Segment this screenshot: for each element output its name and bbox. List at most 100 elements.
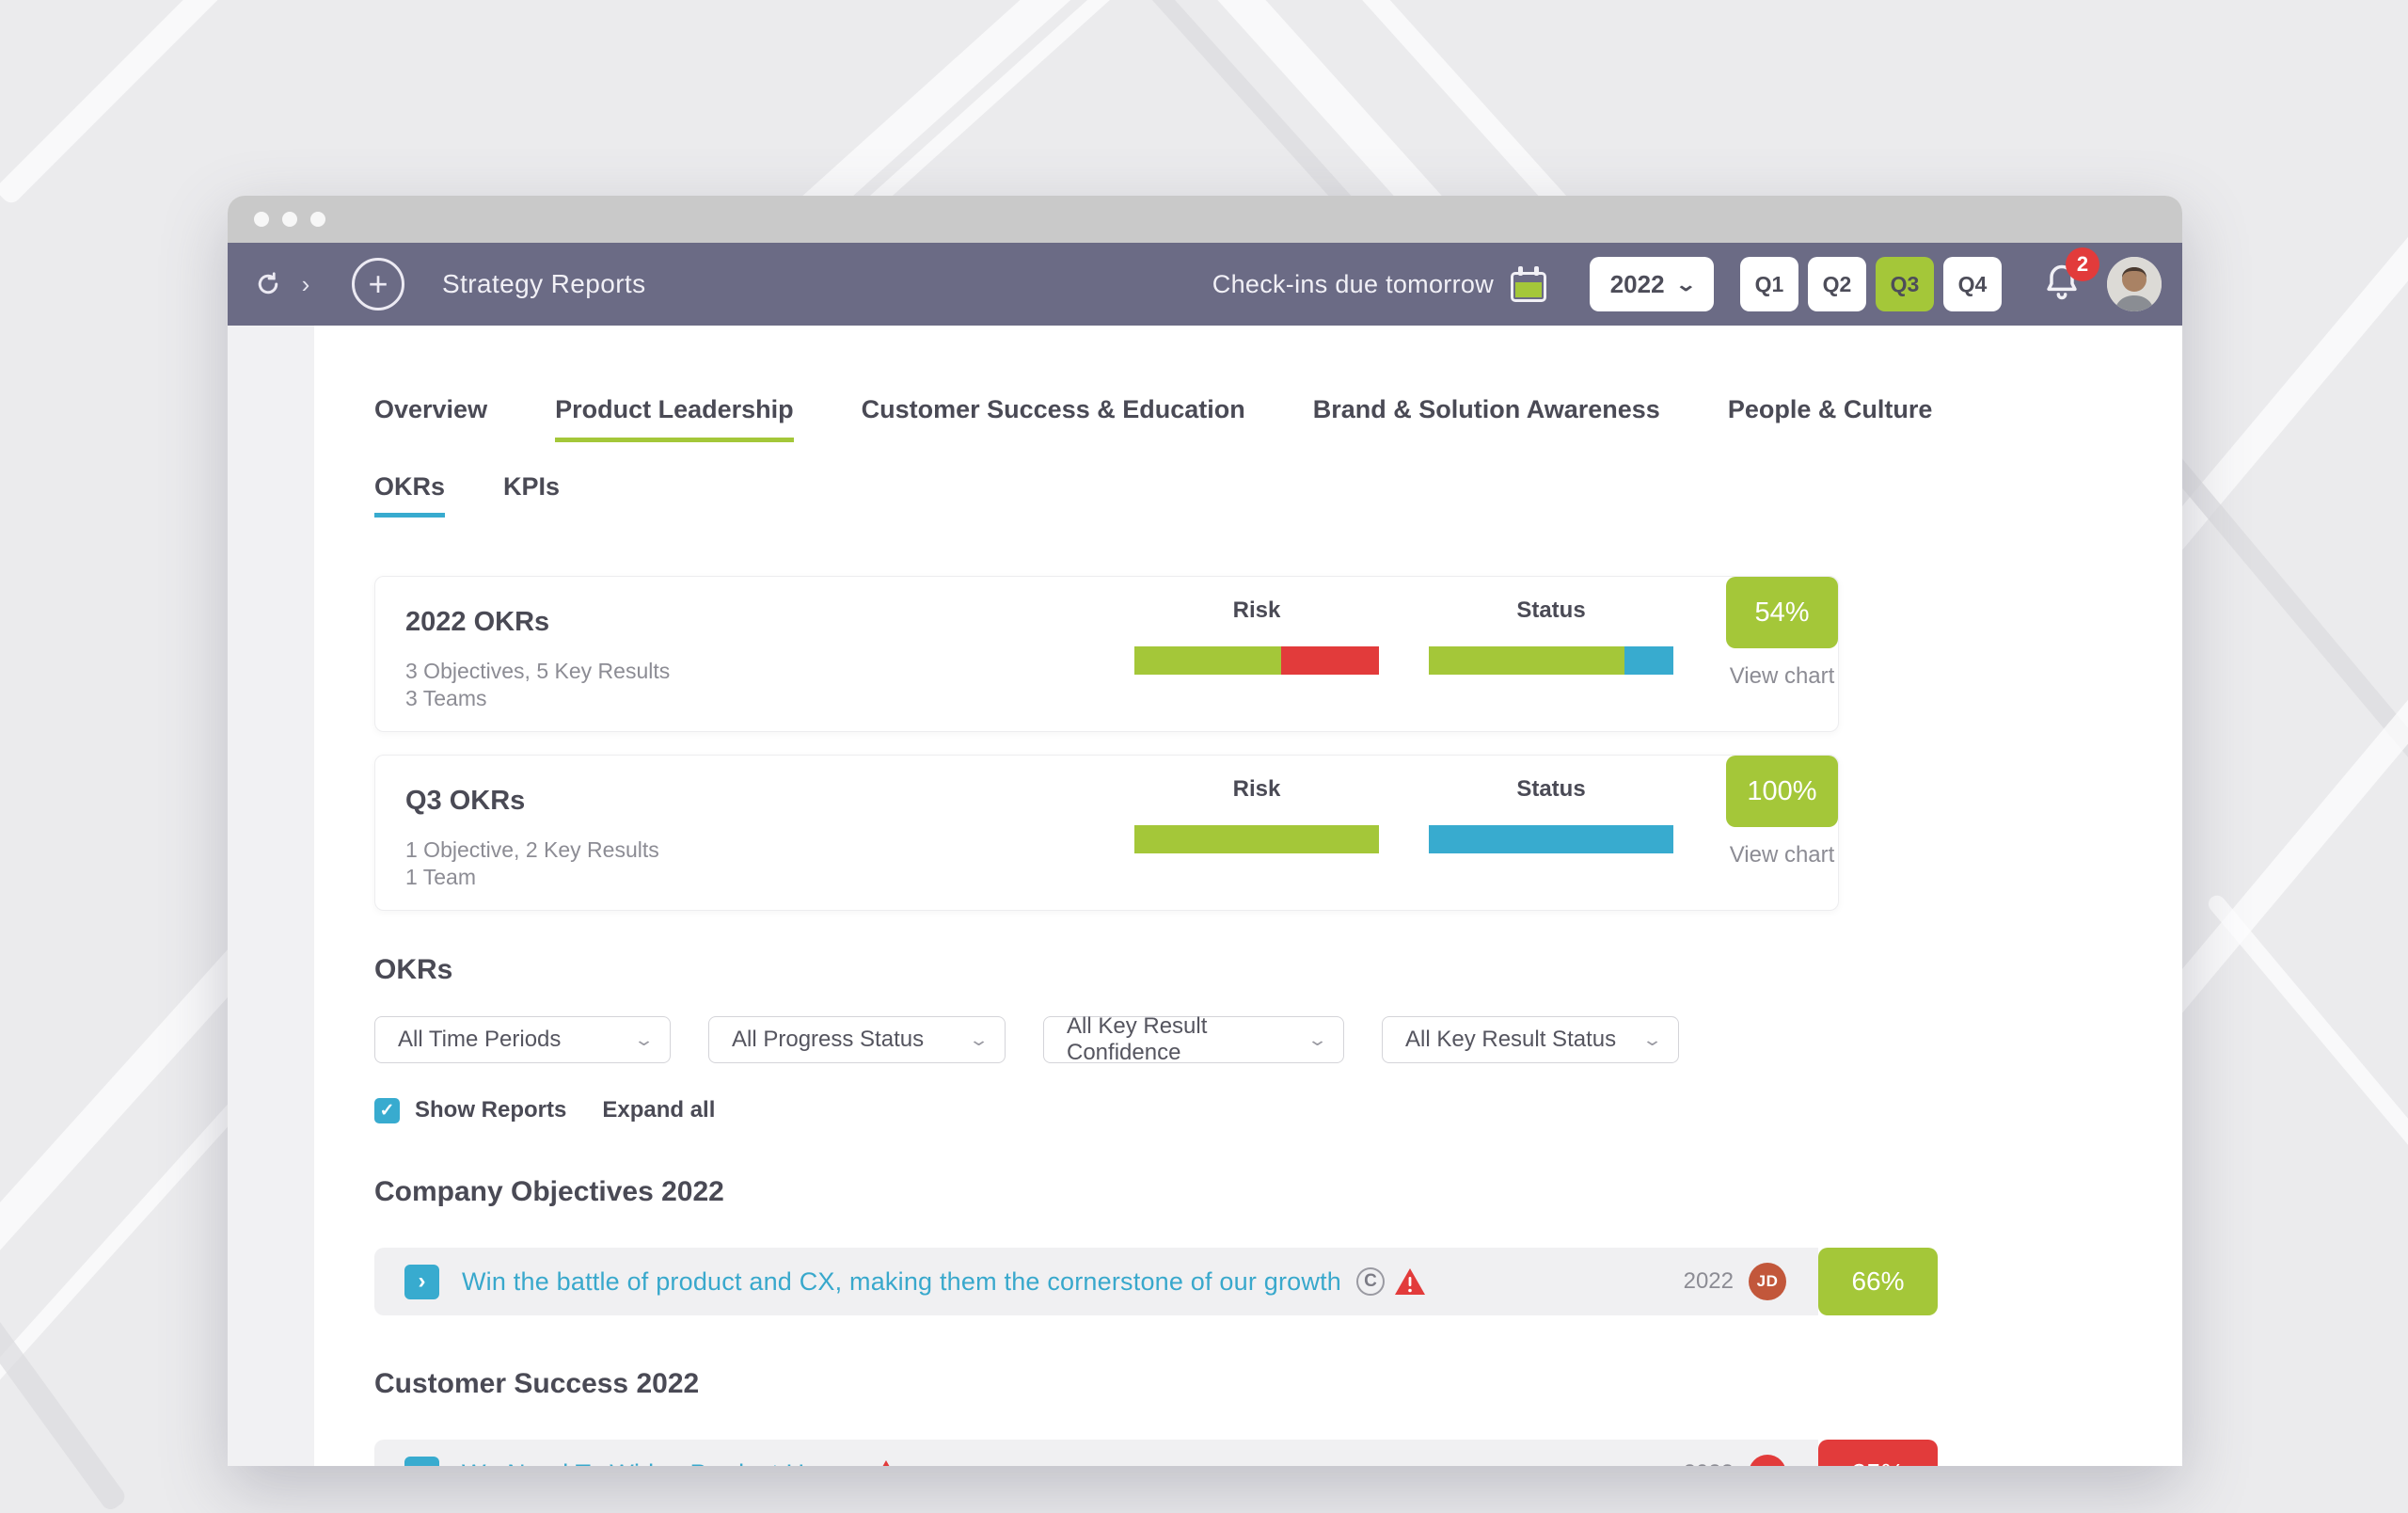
filter-key-result-status[interactable]: All Key Result Status ⌄ (1382, 1016, 1679, 1063)
risk-column-label: Risk (1134, 776, 1379, 803)
objective-year: 2022 (1684, 1460, 1734, 1466)
card-subtitle: 3 Objectives, 5 Key Results 3 Teams (405, 658, 670, 712)
card-title: Q3 OKRs (405, 786, 525, 817)
group-heading-customer-success: Customer Success 2022 (374, 1368, 2167, 1400)
tab-brand-solution-awareness[interactable]: Brand & Solution Awareness (1313, 395, 1660, 442)
objective-row: › We Need To Widen Product Usage 2022 JS… (374, 1440, 1938, 1466)
quarter-button-q2[interactable]: Q2 (1808, 257, 1866, 311)
filter-value: All Key Result Status (1405, 1027, 1616, 1053)
window-control-dot[interactable] (310, 212, 325, 227)
filter-value: All Key Result Confidence (1067, 1013, 1297, 1066)
tab-customer-success-education[interactable]: Customer Success & Education (862, 395, 1245, 442)
browser-window: › + Strategy Reports Check-ins due tomor… (228, 196, 2182, 1466)
bar-segment (1429, 646, 1624, 675)
card-subtitle-line2: 3 Teams (405, 685, 670, 712)
chevron-down-icon: ⌄ (633, 1030, 655, 1050)
card-subtitle-line2: 1 Team (405, 864, 659, 891)
left-gutter (228, 326, 314, 1466)
quarter-button-q3[interactable]: Q3 (1876, 257, 1934, 311)
show-reports-label: Show Reports (415, 1097, 566, 1123)
tab-product-leadership[interactable]: Product Leadership (555, 395, 794, 442)
warning-triangle-icon (1394, 1267, 1426, 1296)
notification-count-badge: 2 (2066, 247, 2099, 281)
card-title: 2022 OKRs (405, 607, 549, 638)
window-control-dot[interactable] (254, 212, 269, 227)
risk-bar[interactable] (1134, 825, 1379, 853)
objective-row-main[interactable]: › Win the battle of product and CX, maki… (374, 1248, 1818, 1315)
okr-filters: All Time Periods ⌄ All Progress Status ⌄… (374, 1016, 2167, 1063)
filter-value: All Progress Status (732, 1027, 924, 1053)
group-heading-company-objectives: Company Objectives 2022 (374, 1176, 2167, 1208)
chevron-down-icon: ⌄ (1674, 273, 1696, 296)
okr-summary-card-q3: Q3 OKRs 1 Objective, 2 Key Results 1 Tea… (374, 755, 1839, 911)
owner-avatar[interactable]: JS (1749, 1455, 1786, 1466)
navbar-right: Check-ins due tomorrow 2022 ⌄ Q1 Q2 Q3 Q… (1212, 257, 2162, 311)
bar-segment (1281, 646, 1379, 675)
app-navbar: › + Strategy Reports Check-ins due tomor… (228, 243, 2182, 326)
risk-column-label: Risk (1134, 597, 1379, 624)
status-bar[interactable] (1429, 825, 1673, 853)
objective-progress-badge: 25% (1818, 1440, 1938, 1466)
okr-summary-card-2022: 2022 OKRs 3 Objectives, 5 Key Results 3 … (374, 576, 1839, 732)
objective-title-link[interactable]: Win the battle of product and CX, making… (462, 1267, 1341, 1297)
report-content: Overview Product Leadership Customer Suc… (228, 326, 2182, 1466)
show-reports-checkbox[interactable]: ✓ (374, 1098, 400, 1123)
copyright-c-icon: C (1356, 1267, 1385, 1296)
warning-triangle-icon (870, 1459, 902, 1466)
okrs-section-heading: OKRs (374, 954, 2167, 986)
notifications-button[interactable]: 2 (2041, 261, 2083, 309)
filter-key-result-confidence[interactable]: All Key Result Confidence ⌄ (1043, 1016, 1344, 1063)
expand-all-link[interactable]: Expand all (602, 1097, 715, 1123)
owner-avatar[interactable]: JD (1749, 1263, 1786, 1300)
year-select[interactable]: 2022 ⌄ (1590, 257, 1714, 311)
view-chart-link[interactable]: View chart (1726, 663, 1838, 690)
progress-badge: 54% (1726, 577, 1838, 648)
navbar-left: › + Strategy Reports (252, 258, 646, 311)
quarter-buttons: Q1 Q2 Q3 Q4 (1740, 257, 2002, 311)
card-subtitle: 1 Objective, 2 Key Results 1 Team (405, 836, 659, 891)
filter-progress-status[interactable]: All Progress Status ⌄ (708, 1016, 1006, 1063)
window-control-dot[interactable] (282, 212, 297, 227)
expand-chevron-icon[interactable]: › (404, 1457, 439, 1467)
page-title: Strategy Reports (442, 269, 646, 299)
progress-badge: 100% (1726, 756, 1838, 827)
user-avatar[interactable] (2107, 257, 2162, 311)
bar-segment (1134, 646, 1281, 675)
bar-segment (1624, 646, 1673, 675)
tab-people-culture[interactable]: People & Culture (1728, 395, 1933, 442)
risk-bar[interactable] (1134, 646, 1379, 675)
expand-chevron-icon[interactable]: › (404, 1265, 439, 1299)
filter-value: All Time Periods (398, 1027, 561, 1053)
chevron-down-icon: ⌄ (1307, 1030, 1328, 1050)
refresh-icon[interactable] (252, 270, 284, 298)
calendar-icon[interactable] (1511, 266, 1546, 302)
forward-chevron-icon[interactable]: › (293, 270, 318, 299)
view-chart-link[interactable]: View chart (1726, 842, 1838, 868)
objective-progress-badge: 66% (1818, 1248, 1938, 1315)
status-bar[interactable] (1429, 646, 1673, 675)
year-select-value: 2022 (1610, 270, 1665, 299)
quarter-button-q4[interactable]: Q4 (1943, 257, 2002, 311)
checkins-due-label: Check-ins due tomorrow (1212, 270, 1494, 299)
status-column-label: Status (1429, 776, 1673, 803)
objective-title-link[interactable]: We Need To Widen Product Usage (462, 1459, 861, 1467)
subtab-kpis[interactable]: KPIs (503, 472, 560, 518)
bar-segment (1429, 825, 1673, 853)
okr-list-options: ✓ Show Reports Expand all (374, 1097, 2167, 1123)
tab-overview[interactable]: Overview (374, 395, 487, 442)
chevron-down-icon: ⌄ (1641, 1030, 1663, 1050)
card-subtitle-line1: 1 Objective, 2 Key Results (405, 836, 659, 864)
browser-chrome-bar (228, 196, 2182, 243)
objective-row: › Win the battle of product and CX, maki… (374, 1248, 1938, 1315)
chevron-down-icon: ⌄ (968, 1030, 990, 1050)
quarter-button-q1[interactable]: Q1 (1740, 257, 1798, 311)
filter-time-periods[interactable]: All Time Periods ⌄ (374, 1016, 671, 1063)
add-button[interactable]: + (352, 258, 404, 311)
bar-segment (1134, 825, 1379, 853)
objective-row-main[interactable]: › We Need To Widen Product Usage 2022 JS (374, 1440, 1818, 1466)
subtab-okrs[interactable]: OKRs (374, 472, 445, 518)
report-tabs: Overview Product Leadership Customer Suc… (374, 395, 2167, 442)
status-column-label: Status (1429, 597, 1673, 624)
objective-year: 2022 (1684, 1268, 1734, 1295)
card-subtitle-line1: 3 Objectives, 5 Key Results (405, 658, 670, 685)
